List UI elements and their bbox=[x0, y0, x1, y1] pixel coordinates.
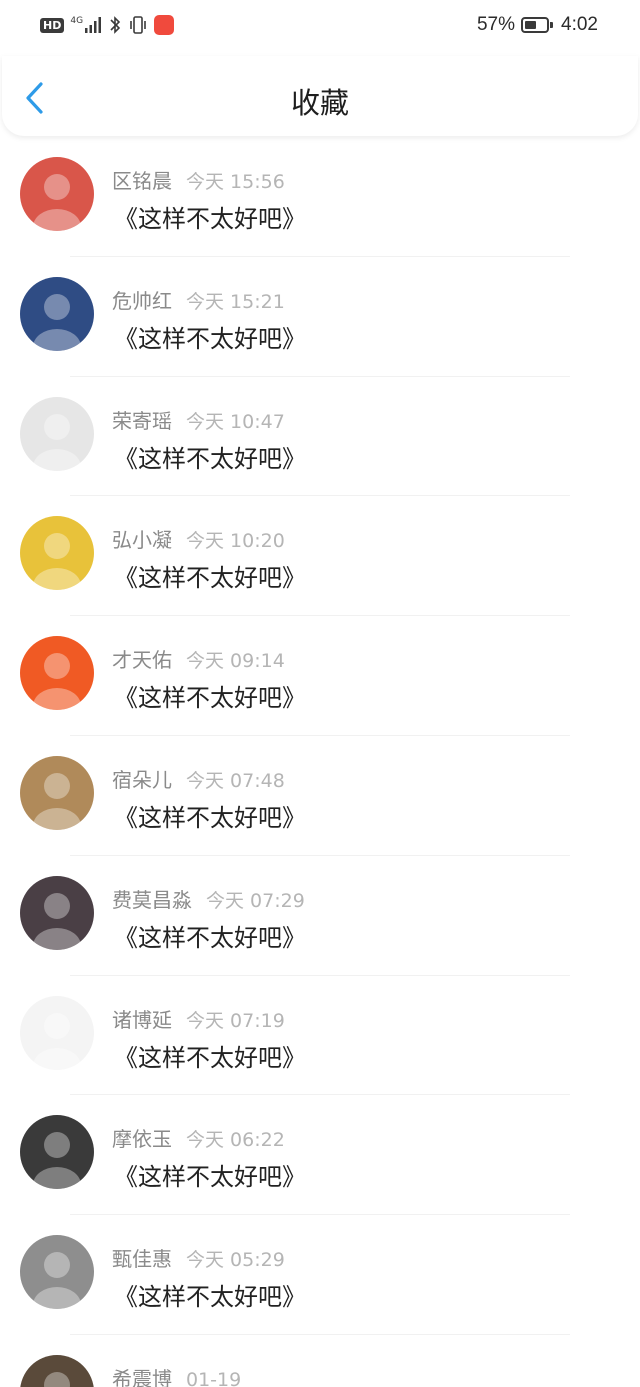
avatar-image bbox=[20, 636, 94, 711]
avatar[interactable] bbox=[20, 1235, 94, 1310]
favorite-title[interactable]: 《这样不太好吧》 bbox=[114, 918, 306, 953]
favorite-item[interactable]: 才天佑 今天 09:14 《这样不太好吧》 bbox=[0, 616, 640, 736]
avatar[interactable] bbox=[20, 396, 94, 471]
timestamp: 今天 10:47 bbox=[186, 410, 285, 433]
favorite-item[interactable]: 弘小凝 今天 10:20 《这样不太好吧》 bbox=[0, 496, 640, 617]
favorite-item[interactable]: 费莫昌淼 今天 07:29 《这样不太好吧》 bbox=[0, 856, 640, 976]
timestamp: 今天 15:56 bbox=[186, 171, 285, 193]
avatar-image bbox=[20, 516, 94, 591]
avatar-image bbox=[20, 1354, 94, 1387]
status-bar: HD 4G 57% 4:02 bbox=[0, 0, 640, 56]
timestamp: 今天 06:22 bbox=[186, 1129, 285, 1152]
user-name[interactable]: 区铭晨 bbox=[112, 169, 172, 193]
favorite-title[interactable]: 《这样不太好吧》 bbox=[114, 199, 306, 234]
vibrate-icon bbox=[130, 16, 146, 34]
user-name[interactable]: 荣寄瑶 bbox=[112, 409, 172, 433]
user-name[interactable]: 费莫昌淼 bbox=[112, 888, 192, 912]
timestamp: 今天 07:29 bbox=[206, 889, 305, 912]
favorite-title[interactable]: 《这样不太好吧》 bbox=[114, 798, 306, 833]
avatar-image bbox=[20, 875, 94, 950]
timestamp: 01-19 bbox=[186, 1368, 242, 1387]
favorite-title[interactable]: 《这样不太好吧》 bbox=[114, 558, 306, 593]
hd-badge: HD bbox=[40, 17, 65, 33]
battery-fill bbox=[525, 21, 537, 29]
status-bar-left: HD 4G bbox=[40, 15, 175, 35]
favorite-title[interactable]: 《这样不太好吧》 bbox=[114, 319, 306, 354]
timestamp: 今天 10:20 bbox=[186, 530, 285, 553]
user-name[interactable]: 诸博延 bbox=[112, 1008, 172, 1032]
favorite-item[interactable]: 希震博01-19 《这样不太好吧》 bbox=[0, 1335, 640, 1387]
favorite-title[interactable]: 《这样不太好吧》 bbox=[114, 1157, 306, 1192]
avatar-image bbox=[20, 396, 94, 471]
user-name[interactable]: 甄佳惠 bbox=[112, 1247, 172, 1271]
signal-icon: 4G bbox=[70, 16, 102, 34]
favorite-item[interactable]: 荣寄瑶 今天 10:47 《这样不太好吧》 bbox=[0, 377, 640, 497]
avatar-image bbox=[20, 755, 94, 830]
favorite-item[interactable]: 诸博延 今天 07:19 《这样不太好吧》 bbox=[0, 976, 640, 1096]
favorites-list: 区铭晨 今天 15:56 《这样不太好吧》 危帅红 今天 15:21 《这样不太好吧… bbox=[0, 137, 640, 1387]
battery-icon bbox=[521, 17, 554, 33]
avatar-image bbox=[20, 1115, 94, 1190]
app-notification-icon bbox=[154, 15, 175, 35]
favorite-item[interactable]: 危帅红 今天 15:21 《这样不太好吧》 bbox=[0, 257, 640, 377]
favorite-item[interactable]: 甄佳惠 今天 05:29 《这样不太好吧》 bbox=[0, 1215, 640, 1335]
user-name[interactable]: 弘小凝 bbox=[112, 528, 172, 552]
avatar[interactable] bbox=[20, 995, 94, 1070]
favorite-item[interactable]: 宿朵儿 今天 07:48 《这样不太好吧》 bbox=[0, 736, 640, 856]
avatar[interactable] bbox=[20, 1354, 94, 1387]
favorite-title[interactable]: 《这样不太好吧》 bbox=[114, 1038, 306, 1073]
avatar-image bbox=[20, 995, 94, 1070]
avatar[interactable] bbox=[20, 1115, 94, 1190]
avatar[interactable] bbox=[20, 157, 94, 231]
avatar[interactable] bbox=[20, 755, 94, 830]
avatar[interactable] bbox=[20, 516, 94, 591]
avatar-image bbox=[20, 157, 94, 231]
avatar[interactable] bbox=[20, 875, 94, 950]
timestamp: 今天 09:14 bbox=[186, 650, 285, 673]
avatar[interactable] bbox=[20, 636, 94, 711]
user-name[interactable]: 才天佑 bbox=[112, 648, 172, 672]
network-type-label: 4G bbox=[70, 16, 84, 26]
favorite-title[interactable]: 《这样不太好吧》 bbox=[114, 439, 306, 474]
status-bar-right: 57% 4:02 bbox=[477, 14, 598, 36]
avatar-image bbox=[20, 276, 94, 351]
favorite-item[interactable]: 摩依玉 今天 06:22 《这样不太好吧》 bbox=[0, 1095, 640, 1216]
battery-percent: 57% bbox=[476, 14, 516, 35]
user-name[interactable]: 危帅红 bbox=[112, 289, 172, 313]
timestamp: 今天 07:48 bbox=[186, 769, 285, 792]
nav-header: 收藏 bbox=[2, 56, 638, 136]
user-name[interactable]: 摩依玉 bbox=[112, 1127, 172, 1151]
avatar-image bbox=[20, 1235, 94, 1310]
timestamp: 今天 05:29 bbox=[186, 1249, 285, 1272]
favorite-title[interactable]: 《这样不太好吧》 bbox=[114, 678, 306, 713]
user-name[interactable]: 希震博 bbox=[112, 1367, 172, 1387]
favorite-title[interactable]: 《这样不太好吧》 bbox=[114, 1277, 306, 1312]
page-title: 收藏 bbox=[290, 86, 349, 120]
timestamp: 今天 07:19 bbox=[186, 1009, 285, 1032]
avatar[interactable] bbox=[20, 276, 94, 351]
user-name[interactable]: 宿朵儿 bbox=[112, 768, 172, 792]
favorite-item[interactable]: 区铭晨 今天 15:56 《这样不太好吧》 bbox=[0, 137, 640, 257]
bluetooth-icon bbox=[110, 16, 121, 34]
timestamp: 今天 15:21 bbox=[186, 290, 285, 313]
clock: 4:02 bbox=[561, 14, 598, 35]
